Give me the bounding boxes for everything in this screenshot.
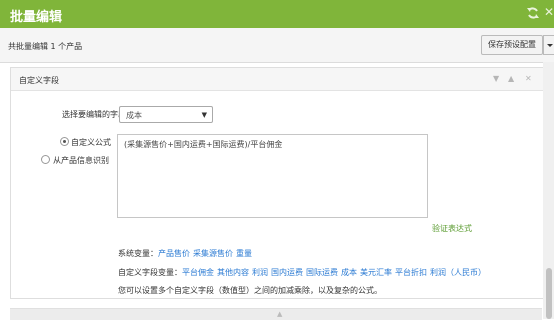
window-titlebar: 批量编辑 ✕ xyxy=(0,0,554,28)
custom-formula-label[interactable]: 自定义公式 xyxy=(71,137,111,148)
preset-dropdown-button[interactable] xyxy=(543,35,554,55)
custom-vars-row: 自定义字段变量：平台佣金 其他内容 利润 国内运费 国际运费 成本 美元汇率 平台折扣 利润（人… xyxy=(118,267,486,278)
collapse-icon[interactable]: ▼ xyxy=(493,74,499,83)
system-vars-row: 系统变量：产品售价 采集源售价 重量 xyxy=(118,248,252,259)
product-info-label[interactable]: 从产品信息识别 xyxy=(53,155,109,166)
var-link[interactable]: 重量 xyxy=(236,249,252,258)
field-select-label: 选择要编辑的字段 xyxy=(62,110,126,119)
product-info-radio[interactable] xyxy=(41,155,50,164)
custom-formula-radio[interactable] xyxy=(60,137,69,146)
var-link[interactable]: 美元汇率 xyxy=(360,268,392,277)
var-link[interactable]: 产品售价 xyxy=(158,249,190,258)
verify-expression-link[interactable]: 验证表达式 xyxy=(432,223,472,234)
toolbar: 共批量编辑 1 个产品 保存预设配置 xyxy=(0,28,554,63)
field-select[interactable]: 成本 ▼ xyxy=(119,106,213,123)
formula-textarea[interactable]: (采集源售价+国内运费+国际运费)/平台佣金 xyxy=(117,134,428,218)
expand-arrow-icon: ▲ xyxy=(277,310,283,318)
var-link[interactable]: 国际运费 xyxy=(306,268,338,277)
var-link[interactable]: 其他内容 xyxy=(217,268,249,277)
field-select-value: 成本 xyxy=(126,111,142,120)
hint-text: 您可以设置多个自定义字段（数值型）之间的加减乘除，以及复杂的公式。 xyxy=(118,286,382,295)
custom-vars-label: 自定义字段变量： xyxy=(118,268,182,277)
refresh-icon[interactable] xyxy=(526,6,540,20)
window-title: 批量编辑 xyxy=(10,10,63,25)
save-preset-button[interactable]: 保存预设配置 xyxy=(481,35,543,55)
expand-icon[interactable]: ▲ xyxy=(508,74,514,83)
var-link[interactable]: 成本 xyxy=(341,268,357,277)
scrollbar-thumb[interactable] xyxy=(546,268,552,319)
var-link[interactable]: 利润（人民币） xyxy=(430,268,486,277)
panel-title: 自定义字段 xyxy=(19,76,59,85)
var-link[interactable]: 国内运费 xyxy=(271,268,303,277)
var-link[interactable]: 采集源售价 xyxy=(193,249,233,258)
var-link[interactable]: 平台佣金 xyxy=(182,268,214,277)
var-link[interactable]: 平台折扣 xyxy=(395,268,427,277)
custom-field-panel: 自定义字段 ▼ ▲ ✕ 选择要编辑的字段 成本 ▼ 自定义公式 从产品信息识别 … xyxy=(10,67,544,299)
panel-close-icon[interactable]: ✕ xyxy=(525,74,532,83)
panel-header: 自定义字段 ▼ ▲ ✕ xyxy=(11,68,543,91)
var-link[interactable]: 利润 xyxy=(252,268,268,277)
product-count: 共批量编辑 1 个产品 xyxy=(8,42,83,51)
system-vars-label: 系统变量： xyxy=(118,249,158,258)
next-panel-edge xyxy=(10,308,542,320)
close-icon[interactable]: ✕ xyxy=(544,5,554,19)
chevron-down-icon: ▼ xyxy=(201,111,207,119)
